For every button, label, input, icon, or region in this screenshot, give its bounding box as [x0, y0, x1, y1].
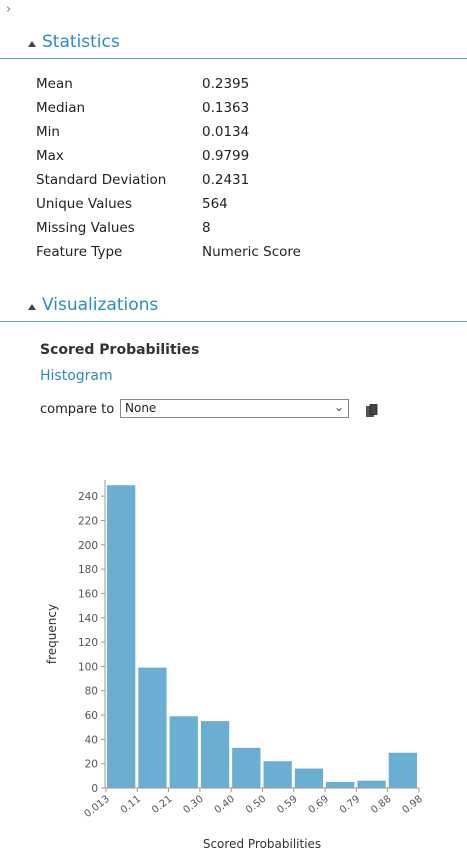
stat-row: Max 0.9799 [36, 144, 436, 168]
y-tick-label: 40 [85, 734, 98, 746]
x-tick-label: 0.11 [119, 794, 143, 816]
x-tick-label: 0.79 [338, 794, 362, 816]
copy-icon[interactable] [366, 404, 378, 418]
stat-row: Missing Values 8 [36, 216, 436, 240]
histogram-bar [357, 780, 386, 788]
stat-row: Standard Deviation 0.2431 [36, 168, 436, 192]
stat-row: Feature Type Numeric Score [36, 240, 436, 264]
y-tick-label: 80 [85, 686, 98, 698]
y-tick-label: 200 [78, 540, 98, 552]
y-axis-label: frequency [45, 604, 59, 664]
y-tick-label: 0 [91, 783, 98, 795]
histogram-bar [294, 768, 324, 788]
stat-row: Mean 0.2395 [36, 72, 436, 96]
stat-label: Unique Values [36, 196, 133, 212]
x-tick-label: 0.88 [369, 794, 393, 816]
y-tick-label: 120 [78, 637, 98, 649]
y-tick-label: 20 [85, 759, 98, 771]
stat-row: Unique Values 564 [36, 192, 436, 216]
stat-value: 0.9799 [202, 148, 250, 164]
y-tick-label: 60 [85, 710, 98, 722]
collapse-triangle-icon[interactable] [28, 41, 36, 47]
y-tick-label: 100 [78, 661, 98, 673]
x-tick-label: 0.50 [244, 794, 268, 816]
x-tick-label: 0.59 [275, 794, 299, 816]
y-tick-label: 240 [78, 491, 98, 503]
stat-value: 0.2395 [202, 76, 250, 92]
statistics-section-header[interactable]: Statistics [0, 28, 467, 59]
histogram-bar [326, 781, 355, 788]
x-tick-label: 0.69 [307, 794, 331, 816]
stat-value: 0.1363 [202, 100, 250, 116]
histogram-bar [169, 716, 198, 788]
stat-value: 0.0134 [202, 124, 250, 140]
stat-label: Max [36, 148, 64, 164]
stat-row: Median 0.1363 [36, 96, 436, 120]
stat-label: Median [36, 100, 86, 116]
statistics-table: Mean 0.2395 Median 0.1363 Min 0.0134 Max 0.9799… [36, 72, 436, 264]
compare-to-label: compare to [40, 402, 115, 417]
stat-label: Feature Type [36, 244, 123, 260]
x-tick-label: 0.98 [401, 794, 425, 816]
y-tick-label: 140 [78, 613, 98, 625]
visualizations-title: Visualizations [42, 295, 159, 315]
y-tick-label: 220 [78, 515, 98, 527]
histogram-bar [200, 721, 230, 788]
stat-value: 0.2431 [202, 172, 250, 188]
stat-value: Numeric Score [202, 244, 301, 260]
compare-to-select[interactable]: None ⌄ [120, 399, 349, 418]
x-tick-label: 0.40 [213, 794, 237, 816]
stat-label: Standard Deviation [36, 172, 167, 188]
chevron-down-icon: ⌄ [333, 400, 344, 414]
y-tick-label: 160 [78, 588, 98, 600]
y-tick-label: 180 [78, 564, 98, 576]
stat-label: Min [36, 124, 60, 140]
stat-row: Min 0.0134 [36, 120, 436, 144]
histogram-link[interactable]: Histogram [40, 368, 113, 384]
stat-value: 564 [202, 196, 228, 212]
histogram-bar [232, 747, 261, 788]
collapse-triangle-icon[interactable] [28, 304, 36, 310]
histogram-bar [138, 667, 167, 788]
x-axis-label: Scored Probabilities [203, 837, 321, 851]
histogram-bar [388, 752, 417, 788]
x-tick-label: 0.30 [181, 794, 205, 816]
visualization-subtitle: Scored Probabilities [40, 342, 200, 358]
x-tick-label: 0.013 [83, 794, 112, 820]
statistics-title: Statistics [42, 32, 120, 52]
histogram-bar [263, 761, 292, 788]
compare-select-value: None [125, 401, 157, 415]
expand-chevron-icon[interactable]: › [6, 2, 11, 17]
histogram-bar [107, 485, 136, 788]
visualizations-section-header[interactable]: Visualizations [0, 291, 467, 322]
histogram-chart: 0 20 40 60 80 100 120 140 160 180 200 220 240 0.013 0.… [45, 480, 425, 851]
stat-label: Missing Values [36, 220, 135, 236]
stat-value: 8 [202, 220, 211, 236]
x-tick-label: 0.21 [150, 794, 174, 816]
stat-label: Mean [36, 76, 73, 92]
